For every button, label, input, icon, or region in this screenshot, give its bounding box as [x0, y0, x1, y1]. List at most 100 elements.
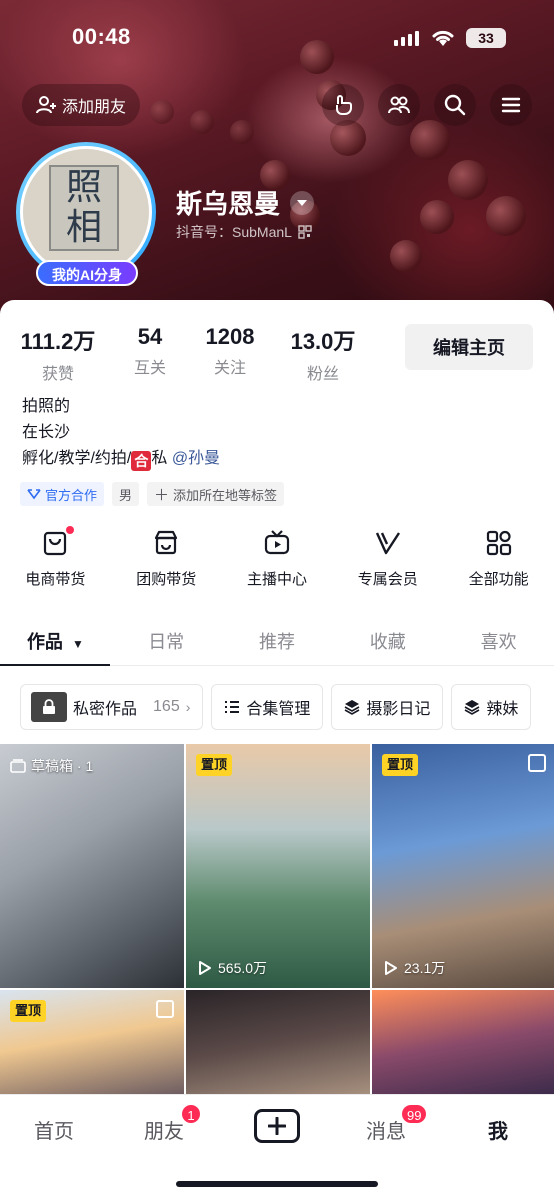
stat-label: 获赞: [41, 366, 74, 383]
grid-item[interactable]: 置顶: [0, 990, 184, 1096]
stat-label: 粉丝: [306, 366, 339, 383]
collection-extra-button[interactable]: 辣妹: [451, 684, 532, 730]
grid-item[interactable]: 置顶 565.0万: [186, 744, 370, 988]
multi-photo-icon: [528, 754, 546, 772]
caret-down-icon: ▼: [71, 637, 84, 651]
grid-item-draft[interactable]: 草稿箱 · 1: [0, 744, 184, 988]
chevron-down-icon[interactable]: [290, 190, 315, 215]
feature-streamer-center[interactable]: 主播中心: [222, 528, 333, 589]
profile-stats: 111.2万 获赞 54 互关 1208 关注 13.0万 粉丝: [20, 324, 366, 384]
profile-tags: 官方合作 男 ＋ 添加所在地等标签: [20, 482, 285, 506]
tab-works[interactable]: 作品 ▼: [0, 618, 111, 666]
pill-label: 辣妹: [486, 701, 519, 718]
nav-friends[interactable]: 朋友: [144, 1115, 184, 1144]
content-tabs: 作品 ▼ 日常 推荐 收藏 喜欢: [0, 618, 554, 666]
friends-badge: 1: [180, 1103, 202, 1125]
status-bar: 00:48 33: [0, 20, 554, 56]
tab-favorites[interactable]: 收藏: [332, 618, 443, 665]
ai-avatar-badge[interactable]: 我的AI分身: [36, 260, 138, 286]
pinned-badge: 置顶: [382, 754, 419, 776]
layers-icon: [345, 700, 360, 715]
feature-label: 全部功能: [468, 571, 529, 588]
stat-label: 互关: [133, 360, 166, 377]
stat-mutual[interactable]: 54 互关: [110, 324, 190, 384]
feature-ecommerce[interactable]: 电商带货: [0, 526, 111, 589]
play-icon: [385, 961, 397, 975]
search-icon: [444, 94, 466, 116]
v-icon: [373, 528, 403, 558]
messages-badge: 99: [400, 1103, 429, 1125]
feature-all[interactable]: 全部功能: [443, 528, 554, 589]
multi-photo-icon: [156, 1000, 174, 1018]
private-works-button[interactable]: 私密作品 165 ›: [20, 684, 204, 730]
photo-diary-button[interactable]: 摄影日记: [331, 684, 444, 730]
feature-membership[interactable]: 专属会员: [332, 528, 443, 589]
gesture-button[interactable]: [322, 84, 364, 126]
play-icon: [199, 961, 211, 975]
chevron-right-icon: ›: [185, 699, 191, 715]
stat-likes[interactable]: 111.2万 获赞: [20, 324, 96, 384]
feature-label: 电商带货: [25, 571, 86, 588]
douyin-id[interactable]: 抖音号：SubManL: [176, 222, 312, 242]
gender-tag[interactable]: 男: [112, 482, 140, 506]
people-icon: [388, 96, 410, 114]
profile-card: 111.2万 获赞 54 互关 1208 关注 13.0万 粉丝 编辑主页 拍照…: [0, 300, 554, 1200]
douyin-id-text: 抖音号：SubManL: [176, 224, 292, 240]
mention-link[interactable]: @孙曼: [172, 450, 220, 467]
stat-followers[interactable]: 13.0万 粉丝: [280, 324, 366, 384]
layers-icon: [465, 700, 480, 715]
bio-line: 在长沙: [22, 424, 71, 441]
followers-button[interactable]: [378, 84, 420, 126]
profile-name[interactable]: 斯乌恩曼: [176, 184, 315, 221]
menu-button[interactable]: [490, 84, 532, 126]
tab-daily[interactable]: 日常: [111, 618, 222, 665]
collection-pills: 私密作品 165 › 合集管理 摄影日记 辣妹: [20, 684, 554, 730]
menu-icon: [501, 97, 521, 113]
tv-icon: [262, 528, 292, 558]
plus-icon: [268, 1117, 286, 1135]
grid-item[interactable]: 置顶 23.1万: [372, 744, 554, 988]
nav-messages[interactable]: 消息: [366, 1115, 406, 1144]
feature-group-buy[interactable]: 团购带货: [111, 528, 222, 589]
feature-label: 主播中心: [246, 571, 307, 588]
add-friend-button[interactable]: 添加朋友: [22, 84, 141, 126]
grid-item[interactable]: [372, 990, 554, 1096]
play-count: 23.1万: [384, 958, 445, 978]
avatar-sign: 照 相: [49, 165, 119, 251]
edit-profile-button[interactable]: 编辑主页: [405, 324, 533, 370]
stat-value: 54: [137, 324, 163, 349]
stat-value: 1208: [205, 324, 255, 349]
list-icon: [225, 701, 240, 713]
draft-text: 草稿箱 · 1: [31, 758, 94, 774]
avatar-sign-char: 照: [65, 167, 102, 208]
add-friend-label: 添加朋友: [62, 99, 127, 116]
pill-label: 合集管理: [246, 701, 311, 718]
stat-label: 关注: [213, 360, 246, 377]
avatar-image: 照 相: [20, 146, 152, 278]
tab-likes[interactable]: 喜欢: [443, 618, 554, 665]
works-grid: 草稿箱 · 1 置顶 565.0万 置顶 23.1万 置顶: [0, 744, 554, 1096]
stat-following[interactable]: 1208 关注: [190, 324, 270, 384]
plus-icon: ＋: [154, 486, 170, 504]
handshake-icon: [27, 489, 41, 500]
search-button[interactable]: [434, 84, 476, 126]
shop-icon: [151, 528, 181, 558]
play-count-text: 23.1万: [404, 960, 446, 976]
feature-shortcuts: 电商带货 团购带货 主播中心 专属会员 全部功能: [0, 526, 554, 589]
tab-recommend[interactable]: 推荐: [222, 618, 333, 665]
pill-label: 摄影日记: [366, 701, 431, 718]
grid-item[interactable]: [186, 990, 370, 1096]
nav-me[interactable]: 我: [488, 1115, 508, 1144]
bio-line: 拍照的: [22, 398, 71, 415]
pinned-badge: 置顶: [10, 1000, 47, 1022]
collection-manage-button[interactable]: 合集管理: [211, 684, 324, 730]
play-count-text: 565.0万: [218, 960, 268, 976]
battery-indicator: 33: [466, 28, 506, 48]
nav-home[interactable]: 首页: [34, 1115, 74, 1144]
official-partner-tag[interactable]: 官方合作: [20, 482, 105, 506]
add-tag-button[interactable]: ＋ 添加所在地等标签: [147, 482, 285, 506]
folder-icon: [10, 759, 26, 773]
create-button[interactable]: [254, 1109, 300, 1143]
notification-dot: [66, 526, 74, 534]
avatar-sign-char: 相: [65, 207, 102, 248]
